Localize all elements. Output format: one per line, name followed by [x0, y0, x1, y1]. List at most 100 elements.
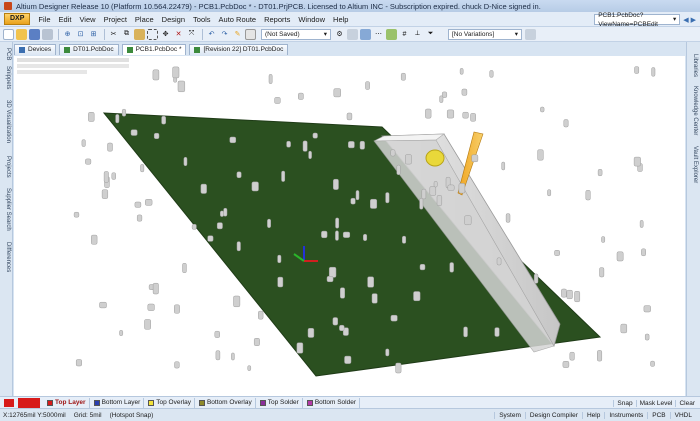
variant-manager-icon[interactable]	[525, 28, 536, 40]
status-panel-pcb[interactable]: PCB	[647, 412, 669, 419]
menu-help[interactable]: Help	[329, 12, 352, 27]
component-body	[152, 69, 160, 81]
dxp-menu-button[interactable]: DXP	[4, 13, 31, 25]
new-document-icon[interactable]	[3, 28, 14, 40]
tab-revision-22[interactable]: [Revision 22] DT01.PcbDoc	[189, 44, 289, 55]
net-icon[interactable]: ⋯	[373, 29, 384, 40]
panel-tab-libraries[interactable]: Libraries	[692, 54, 698, 77]
menu-place[interactable]: Place	[131, 12, 158, 27]
component-body	[177, 80, 186, 93]
panel-tab-pcb[interactable]: PCB	[5, 48, 11, 60]
component-body	[277, 254, 282, 264]
panel-tab-knowledge-center[interactable]: Knowledge Center	[692, 86, 698, 135]
menu-edit[interactable]: Edit	[55, 12, 76, 27]
component-body	[496, 257, 502, 266]
panel-tab-3d-visualization[interactable]: 3D Visualization	[5, 100, 11, 143]
copy-icon[interactable]: ⧉	[121, 29, 132, 40]
component-body	[342, 231, 351, 238]
status-panel-instruments[interactable]: Instruments	[604, 412, 647, 419]
component-body	[540, 106, 545, 113]
grid-icon[interactable]: #	[399, 29, 410, 40]
zoom-in-icon[interactable]: ⊕	[62, 29, 73, 40]
inspector-icon[interactable]	[245, 28, 256, 40]
print-icon[interactable]	[42, 28, 53, 40]
save-state-field[interactable]: (Not Saved) ▾	[261, 28, 331, 40]
menu-view[interactable]: View	[75, 12, 99, 27]
compile-icon[interactable]	[386, 28, 397, 40]
layer-tab-bottom-layer[interactable]: Bottom Layer	[91, 397, 145, 408]
menu-window[interactable]: Window	[294, 12, 329, 27]
layer-tab-bar: Top Layer Bottom Layer Top Overlay Botto…	[14, 396, 700, 408]
snap-toggle[interactable]: Snap	[613, 399, 635, 407]
panel-tab-vault-explorer[interactable]: Vault Explorer	[692, 146, 698, 183]
clear-button[interactable]: Clear	[675, 399, 698, 407]
component-body	[348, 141, 355, 149]
save-icon[interactable]	[29, 28, 40, 40]
component-body	[425, 108, 432, 119]
tab-dt01-pcbdoc[interactable]: DT01.PcbDoc	[59, 44, 119, 55]
menu-project[interactable]: Project	[100, 12, 131, 27]
layer-tab-bottom-overlay[interactable]: Bottom Overlay	[196, 397, 256, 408]
cut-icon[interactable]: ✂	[108, 29, 119, 40]
cross-probe-icon[interactable]: ⤧	[186, 29, 197, 40]
status-panel-help[interactable]: Help	[581, 412, 604, 419]
open-folder-icon[interactable]	[16, 28, 27, 40]
menu-reports[interactable]: Reports	[260, 12, 294, 27]
filter-icon[interactable]: ⏷	[425, 29, 436, 40]
pcb-doc-icon	[64, 47, 71, 53]
panel-tab-supplier-search[interactable]: Supplier Search	[5, 188, 11, 231]
current-layer-swatch[interactable]	[18, 397, 40, 408]
layer-tab-top-overlay[interactable]: Top Overlay	[145, 397, 195, 408]
document-path-field[interactable]: PCB1.PcbDoc?ViewName=PCBEdit ▾	[594, 12, 681, 28]
back-arrow-icon[interactable]: ◀	[683, 16, 688, 24]
panel-tab-snippets[interactable]: Snippets	[5, 66, 11, 89]
menu-design[interactable]: Design	[158, 12, 189, 27]
layer-tab-top-layer[interactable]: Top Layer	[44, 397, 90, 408]
document-path-text: PCB1.PcbDoc?ViewName=PCBEdit	[598, 11, 658, 28]
cursor-coordinates: X:12765mil Y:5000mil	[3, 411, 66, 419]
component-body	[547, 189, 552, 197]
mask-level-button[interactable]: Mask Level	[635, 399, 676, 407]
select-area-icon[interactable]	[147, 28, 158, 40]
component-body	[281, 170, 286, 182]
component-body	[585, 190, 591, 201]
redo-icon[interactable]: ↷	[219, 29, 230, 40]
component-body	[229, 136, 237, 144]
menu-file[interactable]: File	[34, 12, 54, 27]
yellow-component	[425, 149, 445, 167]
variants-field[interactable]: [No Variations] ▾	[448, 28, 522, 40]
tab-devices[interactable]: Devices	[14, 44, 57, 55]
tab-pcb1-pcbdoc[interactable]: PCB1.PcbDoc *	[121, 44, 187, 55]
layer-tab-bottom-solder[interactable]: Bottom Solder	[304, 397, 361, 408]
paste-icon[interactable]	[134, 28, 145, 40]
component-body	[651, 67, 656, 77]
component-icon[interactable]	[347, 28, 358, 40]
measure-icon[interactable]: ⟂	[412, 29, 423, 40]
status-panel-design-compiler[interactable]: Design Compiler	[524, 412, 582, 419]
rule-check-icon[interactable]: ⚙	[334, 29, 345, 40]
component-body	[390, 149, 396, 157]
panel-tab-projects[interactable]: Projects	[5, 156, 11, 178]
undo-icon[interactable]: ↶	[206, 29, 217, 40]
pcb-3d-scene	[73, 66, 656, 377]
toolbar-separator	[58, 28, 59, 40]
zoom-area-icon[interactable]: ⊡	[75, 29, 86, 40]
zoom-fit-icon[interactable]: ⊞	[88, 29, 99, 40]
layer-stack-icon[interactable]	[360, 28, 371, 40]
forward-arrow-icon[interactable]: ▶	[691, 16, 696, 24]
component-body	[616, 251, 624, 262]
panel-tab-differences[interactable]: Differences	[5, 242, 11, 272]
status-panel-system[interactable]: System	[494, 412, 525, 419]
pencil-icon[interactable]: ✎	[232, 29, 243, 40]
component-body	[395, 362, 402, 374]
layer-tab-top-solder[interactable]: Top Solder	[257, 397, 303, 408]
menu-auto-route[interactable]: Auto Route	[215, 12, 261, 27]
layer-label: Bottom Overlay	[206, 399, 252, 406]
status-panel-vhdl[interactable]: VHDL	[669, 412, 696, 419]
menu-tools[interactable]: Tools	[189, 12, 215, 27]
component-body	[447, 184, 455, 191]
layer-color-indicator[interactable]	[0, 396, 18, 408]
move-icon[interactable]: ✥	[160, 29, 171, 40]
deselect-icon[interactable]: ✕	[173, 29, 184, 40]
pcb-3d-viewport[interactable]	[14, 56, 685, 396]
